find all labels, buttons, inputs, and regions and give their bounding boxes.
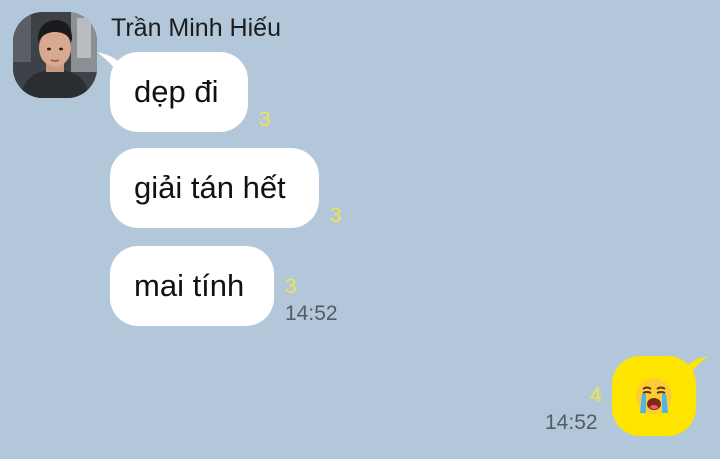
unread-count: 3 [285,275,297,298]
loudly-crying-face-emoji [636,378,672,414]
incoming-message-bubble[interactable]: mai tính [110,246,274,326]
unread-count: 3 [259,108,271,131]
incoming-message-bubble[interactable]: giải tán hết [110,148,319,228]
avatar-photo [13,12,97,98]
message-timestamp: 14:52 [285,302,338,325]
message-text: mai tính [134,268,245,303]
unread-count: 4 [590,384,602,407]
message-timestamp: 14:52 [545,411,598,434]
incoming-message-bubble[interactable]: dẹp đi [110,52,248,132]
sender-avatar[interactable] [13,12,97,98]
message-text: giải tán hết [134,170,286,205]
sender-name: Trần Minh Hiếu [111,14,281,42]
outgoing-message-bubble[interactable] [612,356,696,436]
unread-count: 3 [330,204,342,227]
message-text: dẹp đi [134,74,219,109]
